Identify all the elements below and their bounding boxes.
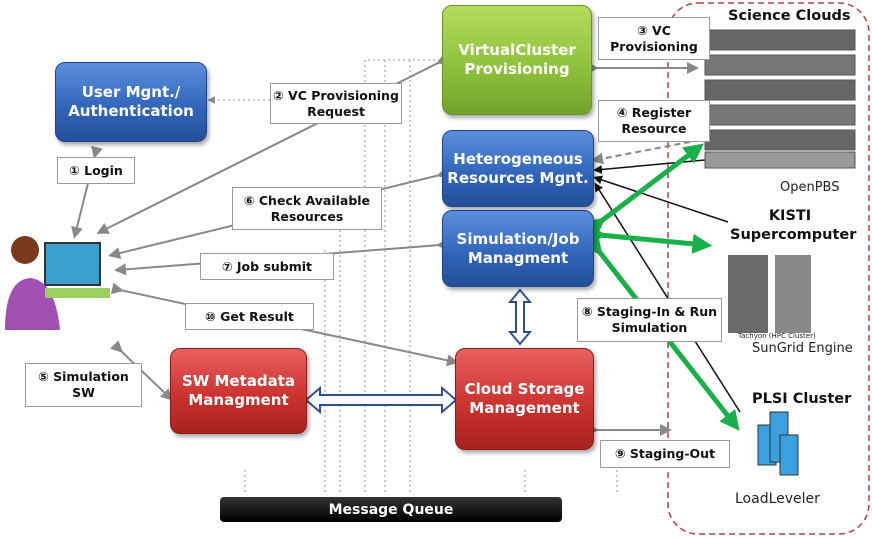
step-check-resources: ⑥ Check Available Resources (232, 187, 382, 230)
user-mgnt-box: User Mgnt./ Authentication (55, 62, 207, 142)
user-icon (5, 236, 110, 330)
science-clouds-title: Science Clouds (728, 8, 851, 24)
openpbs-servers (704, 29, 856, 169)
kisti-racks (728, 255, 811, 333)
simulation-job-box: Simulation/Job Managment (442, 210, 594, 287)
sw-metadata-box: SW Metadata Managment (170, 348, 307, 434)
kisti-title: KISTI Supercomputer (730, 208, 857, 243)
heterogeneous-box: Heterogeneous Resources Mgnt. (442, 130, 594, 207)
loadleveler-label: LoadLeveler (735, 491, 820, 507)
virtual-cluster-box: VirtualCluster Provisioning (442, 5, 592, 115)
step-login: ① Login (57, 157, 135, 184)
cloud-storage-box: Cloud Storage Management (455, 348, 594, 450)
step-job-submit: ⑦ Job submit (200, 253, 334, 280)
plsi-title: PLSI Cluster (752, 391, 852, 407)
step-get-result: ⑩ Get Result (185, 303, 314, 330)
step-vc-provisioning: ③ VC Provisioning (598, 17, 710, 60)
message-queue-bar: Message Queue (220, 497, 562, 522)
step-simulation-sw: ⑤ Simulation SW (25, 363, 142, 407)
step-staging-in: ⑧ Staging-In & Run Simulation (577, 298, 722, 342)
sungrid-label: SunGrid Engine (752, 341, 853, 356)
architecture-diagram: User Mgnt./ Authentication VirtualCluste… (0, 0, 872, 538)
openpbs-label: OpenPBS (780, 180, 840, 195)
plsi-servers (757, 411, 799, 476)
step-register-resource: ④ Register Resource (598, 100, 710, 142)
step-staging-out: ⑨ Staging-Out (600, 440, 730, 468)
tachyon-caption: Tachyon (HPC Cluster) (738, 332, 816, 340)
step-vc-request: ② VC Provisioning Request (270, 83, 402, 124)
